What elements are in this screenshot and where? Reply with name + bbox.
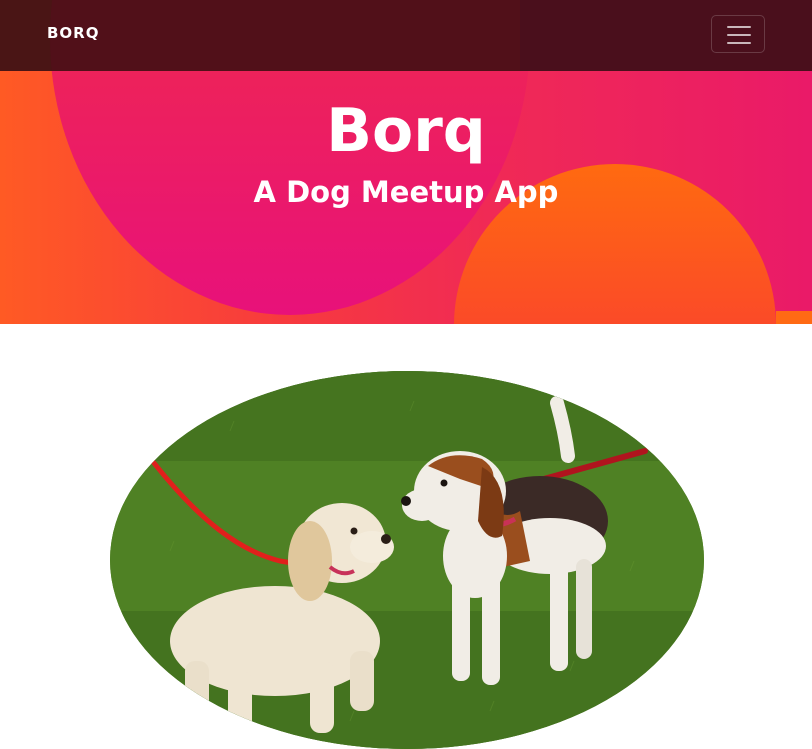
navbar-decor-band <box>520 0 812 71</box>
hero-banner: Borq A Dog Meetup App <box>0 71 812 324</box>
dogs-photo <box>110 371 704 749</box>
brand-link[interactable]: BORQ <box>47 24 100 42</box>
navbar: BORQ <box>0 0 812 71</box>
hero-subtitle: A Dog Meetup App <box>253 175 559 209</box>
navbar-toggler-button[interactable] <box>711 15 765 53</box>
hero-decor-corner <box>776 311 812 324</box>
hero-title: Borq <box>326 96 486 166</box>
hamburger-menu-icon <box>727 26 751 44</box>
dogs-illustration <box>110 371 704 749</box>
navbar-decor-circle <box>50 0 530 71</box>
